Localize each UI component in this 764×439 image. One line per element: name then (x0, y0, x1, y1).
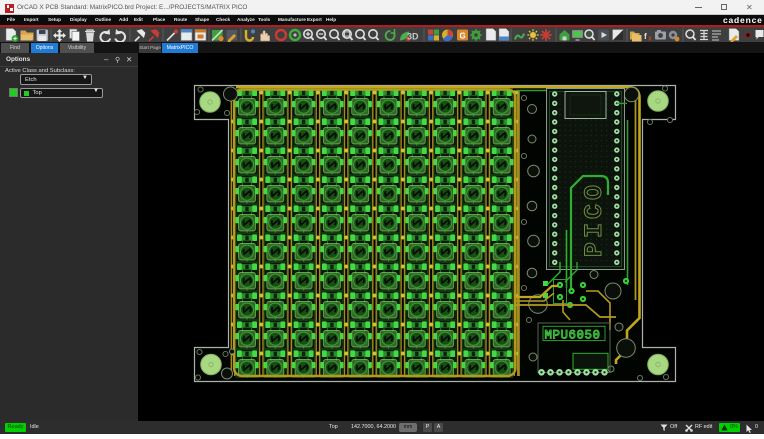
svg-text:MPU6050: MPU6050 (545, 329, 601, 343)
svg-text:PICO: PICO (580, 181, 609, 257)
svg-text:3D: 3D (407, 31, 419, 41)
svg-text:G: G (460, 31, 466, 40)
svg-text:x: x (648, 35, 652, 42)
svg-text:f: f (644, 31, 647, 41)
